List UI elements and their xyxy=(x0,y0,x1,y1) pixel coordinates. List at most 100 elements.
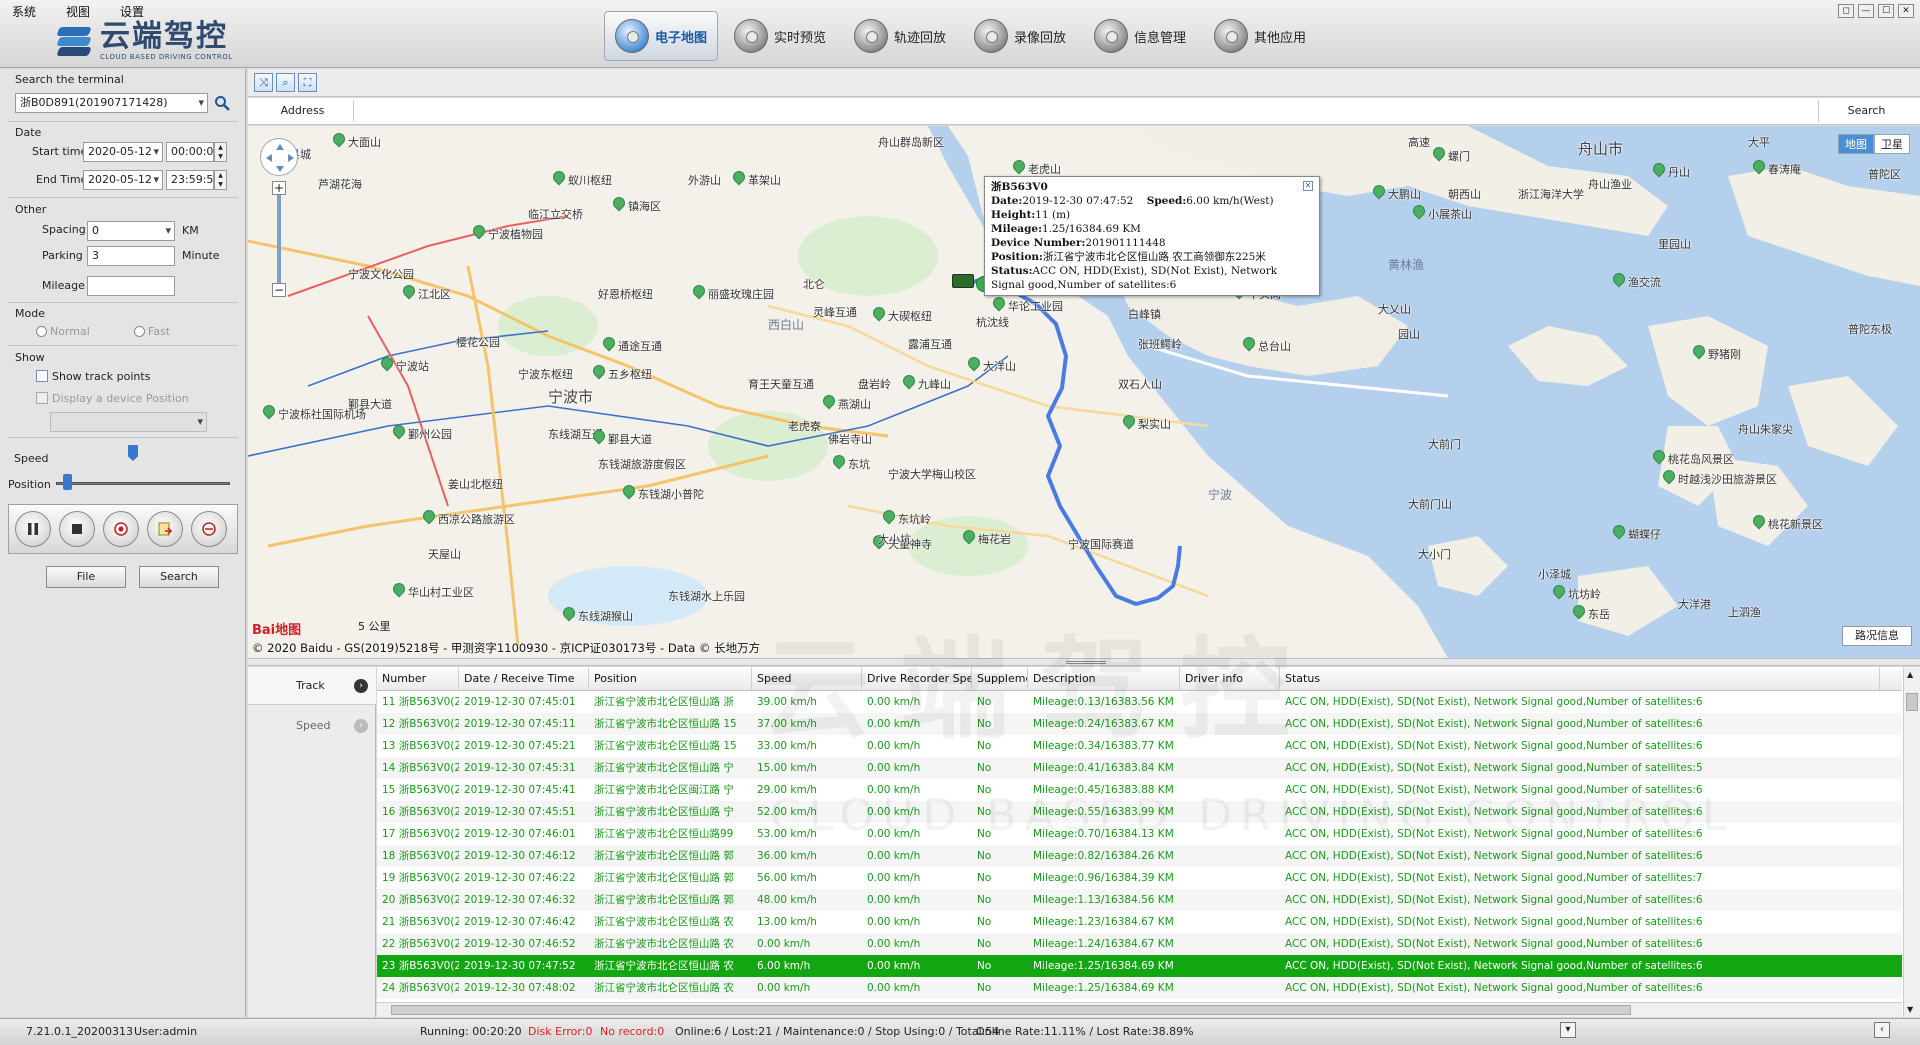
panel-splitter[interactable] xyxy=(248,658,1920,666)
column-header[interactable]: Driver info xyxy=(1180,667,1280,691)
start-date-field[interactable]: 2020-05-12 xyxy=(83,142,163,162)
show-track-points-checkbox[interactable] xyxy=(36,370,48,382)
start-clock-field[interactable]: 00:00:00 ▲ ▼ xyxy=(166,142,227,162)
table-row[interactable]: 17 浙B563V0(2 2019-12-30 07:46:01 浙江省宁波市北仑区… xyxy=(377,823,1902,845)
tab-other-apps[interactable]: 其他应用 xyxy=(1204,11,1318,61)
table-row[interactable]: 22 浙B563V0(2 2019-12-30 07:46:52 浙江省宁波市北仑区… xyxy=(377,933,1902,955)
map-label: 普陀区 xyxy=(1868,168,1901,181)
traffic-info-button[interactable]: 路况信息 xyxy=(1842,626,1912,646)
status-dropdown-button[interactable]: ▾ xyxy=(1560,1022,1576,1038)
address-search-button[interactable]: Search xyxy=(1818,100,1914,122)
table-cell xyxy=(1180,933,1280,955)
menu-view[interactable]: 视图 xyxy=(66,3,90,20)
menu-settings[interactable]: 设置 xyxy=(120,3,144,20)
fullscreen-tool-button[interactable]: ⛶ xyxy=(298,73,317,92)
address-input[interactable] xyxy=(358,100,1808,122)
zoom-out-button[interactable]: − xyxy=(272,283,286,297)
file-button[interactable]: File xyxy=(46,566,126,588)
table-row[interactable]: 19 浙B563V0(2 2019-12-30 07:46:22 浙江省宁波市北仑区… xyxy=(377,867,1902,889)
map-type-map[interactable]: 地图 xyxy=(1838,134,1874,154)
maximize-window-button[interactable]: ☐ xyxy=(1878,4,1894,18)
close-icon[interactable]: ✕ xyxy=(1303,181,1313,191)
end-date-field[interactable]: 2020-05-12 xyxy=(83,170,163,190)
tab-track[interactable]: Track › xyxy=(248,667,376,705)
column-header[interactable]: Supplement xyxy=(972,667,1028,691)
map-label: 宁波市 xyxy=(548,388,594,406)
table-row[interactable]: 12 浙B563V0(2 2019-12-30 07:45:11 浙江省宁波市北仑区… xyxy=(377,713,1902,735)
tab-video-playback[interactable]: 录像回放 xyxy=(964,11,1078,61)
table-cell: Mileage:1.13/16384.56 KM xyxy=(1033,894,1174,906)
mode-normal-radio[interactable] xyxy=(36,326,47,337)
table-row[interactable]: 21 浙B563V0(2 2019-12-30 07:46:42 浙江省宁波市北仑区… xyxy=(377,911,1902,933)
search-icon[interactable] xyxy=(214,95,230,111)
column-header[interactable]: Description xyxy=(1028,667,1180,691)
end-clock-field[interactable]: 23:59:59 ▲ ▼ xyxy=(166,170,227,190)
spacing-select[interactable]: 0 xyxy=(87,221,175,241)
pause-button[interactable] xyxy=(15,511,51,547)
map-type-satellite[interactable]: 卫星 xyxy=(1874,134,1910,154)
record-button[interactable] xyxy=(103,511,139,547)
status-expand-button[interactable]: ‹ xyxy=(1874,1022,1890,1038)
splitter-grip[interactable] xyxy=(1066,661,1106,664)
display-device-position-label: Display a device Position xyxy=(52,392,189,405)
tab-live-preview[interactable]: 实时预览 xyxy=(724,11,838,61)
zoom-tool-button[interactable]: ⌕ xyxy=(276,73,295,92)
start-clock-spinner[interactable]: ▲ ▼ xyxy=(214,142,227,162)
map-view[interactable]: 宁波市 舟山市 大面山舟山群岛新区老虎山高速螺门舟山渔业丹山大平春涛庵普陀区五县… xyxy=(248,126,1920,658)
scroll-up-icon[interactable]: ▲ xyxy=(1907,670,1913,679)
end-clock-spinner[interactable]: ▲ ▼ xyxy=(214,170,227,190)
close-window-button[interactable]: ✕ xyxy=(1898,4,1914,18)
table-row[interactable]: 16 浙B563V0(2 2019-12-30 07:45:51 浙江省宁波市北仑区… xyxy=(377,801,1902,823)
search-button[interactable]: Search xyxy=(139,566,219,588)
vertical-scroll-thumb[interactable] xyxy=(1906,693,1918,711)
column-header[interactable]: Position xyxy=(589,667,752,691)
tab-track-playback[interactable]: 轨迹回放 xyxy=(844,11,958,61)
table-row[interactable]: 13 浙B563V0(2 2019-12-30 07:45:21 浙江省宁波市北仑区… xyxy=(377,735,1902,757)
export-button[interactable] xyxy=(147,511,183,547)
info-position: 浙江省宁波市北仑区恒山路 农工商领御东225米 xyxy=(1042,251,1266,263)
tab-electronic-map[interactable]: 电子地图 xyxy=(604,11,718,61)
table-row[interactable]: 11 浙B563V0(2 2019-12-30 07:45:01 浙江省宁波市北仑区… xyxy=(377,691,1902,713)
table-row[interactable]: 20 浙B563V0(2 2019-12-30 07:46:32 浙江省宁波市北仑区… xyxy=(377,889,1902,911)
mode-fast-radio[interactable] xyxy=(134,326,145,337)
table-cell: No xyxy=(977,982,992,994)
stop-button[interactable] xyxy=(59,511,95,547)
speed-slider-handle[interactable] xyxy=(128,445,138,461)
column-header[interactable]: Drive Recorder Speed xyxy=(862,667,972,691)
vehicle-marker-icon[interactable] xyxy=(952,274,974,288)
info-position-label: Position: xyxy=(991,251,1043,263)
tab-speed[interactable]: Speed › xyxy=(248,707,376,745)
track-playback-icon xyxy=(854,19,888,53)
table-row[interactable]: 23 浙B563V0(2 2019-12-30 07:47:52 浙江省宁波市北仑区… xyxy=(377,955,1902,977)
display-device-position-checkbox[interactable] xyxy=(36,392,48,404)
table-cell: 11 浙B563V0(2 xyxy=(382,696,459,708)
table-row[interactable]: 15 浙B563V0(2 2019-12-30 07:45:41 浙江省宁波市北仑区… xyxy=(377,779,1902,801)
minimize-window-button[interactable]: — xyxy=(1858,4,1874,18)
position-slider-track[interactable] xyxy=(56,482,230,485)
map-pan-control[interactable] xyxy=(260,138,298,176)
map-zoom-bar[interactable]: + − xyxy=(272,181,286,301)
table-row[interactable]: 18 浙B563V0(2 2019-12-30 07:46:12 浙江省宁波市北仑区… xyxy=(377,845,1902,867)
tab-info-management[interactable]: 信息管理 xyxy=(1084,11,1198,61)
vertical-scrollbar[interactable]: ▲ ▼ xyxy=(1903,667,1920,1017)
zoom-in-button[interactable]: + xyxy=(272,181,286,195)
table-row[interactable]: 24 浙B563V0(2 2019-12-30 07:48:02 浙江省宁波市北仑区… xyxy=(377,977,1902,999)
terminal-select[interactable]: 浙B0D891(201907171428) xyxy=(15,93,208,113)
column-header[interactable]: Status xyxy=(1280,667,1880,691)
restore-window-button[interactable]: ◻ xyxy=(1838,4,1854,18)
mileage-input[interactable] xyxy=(87,276,175,296)
horizontal-scrollbar[interactable] xyxy=(377,1002,1902,1017)
column-header[interactable]: Number xyxy=(377,667,459,691)
clear-track-button[interactable] xyxy=(191,511,227,547)
menu-system[interactable]: 系统 xyxy=(12,3,36,20)
zoom-slider[interactable] xyxy=(277,195,281,283)
column-header[interactable]: Speed xyxy=(752,667,862,691)
table-row[interactable]: 14 浙B563V0(2 2019-12-30 07:45:31 浙江省宁波市北仑区… xyxy=(377,757,1902,779)
pan-tool-button[interactable]: ⤨ xyxy=(254,73,273,92)
device-position-select[interactable] xyxy=(50,412,207,432)
horizontal-scroll-thumb[interactable] xyxy=(391,1005,1631,1015)
parking-input[interactable]: 3 xyxy=(87,246,175,266)
scroll-down-icon[interactable]: ▼ xyxy=(1907,1005,1913,1014)
column-header[interactable]: Date / Receive Time xyxy=(459,667,589,691)
position-slider-handle[interactable] xyxy=(63,474,72,490)
